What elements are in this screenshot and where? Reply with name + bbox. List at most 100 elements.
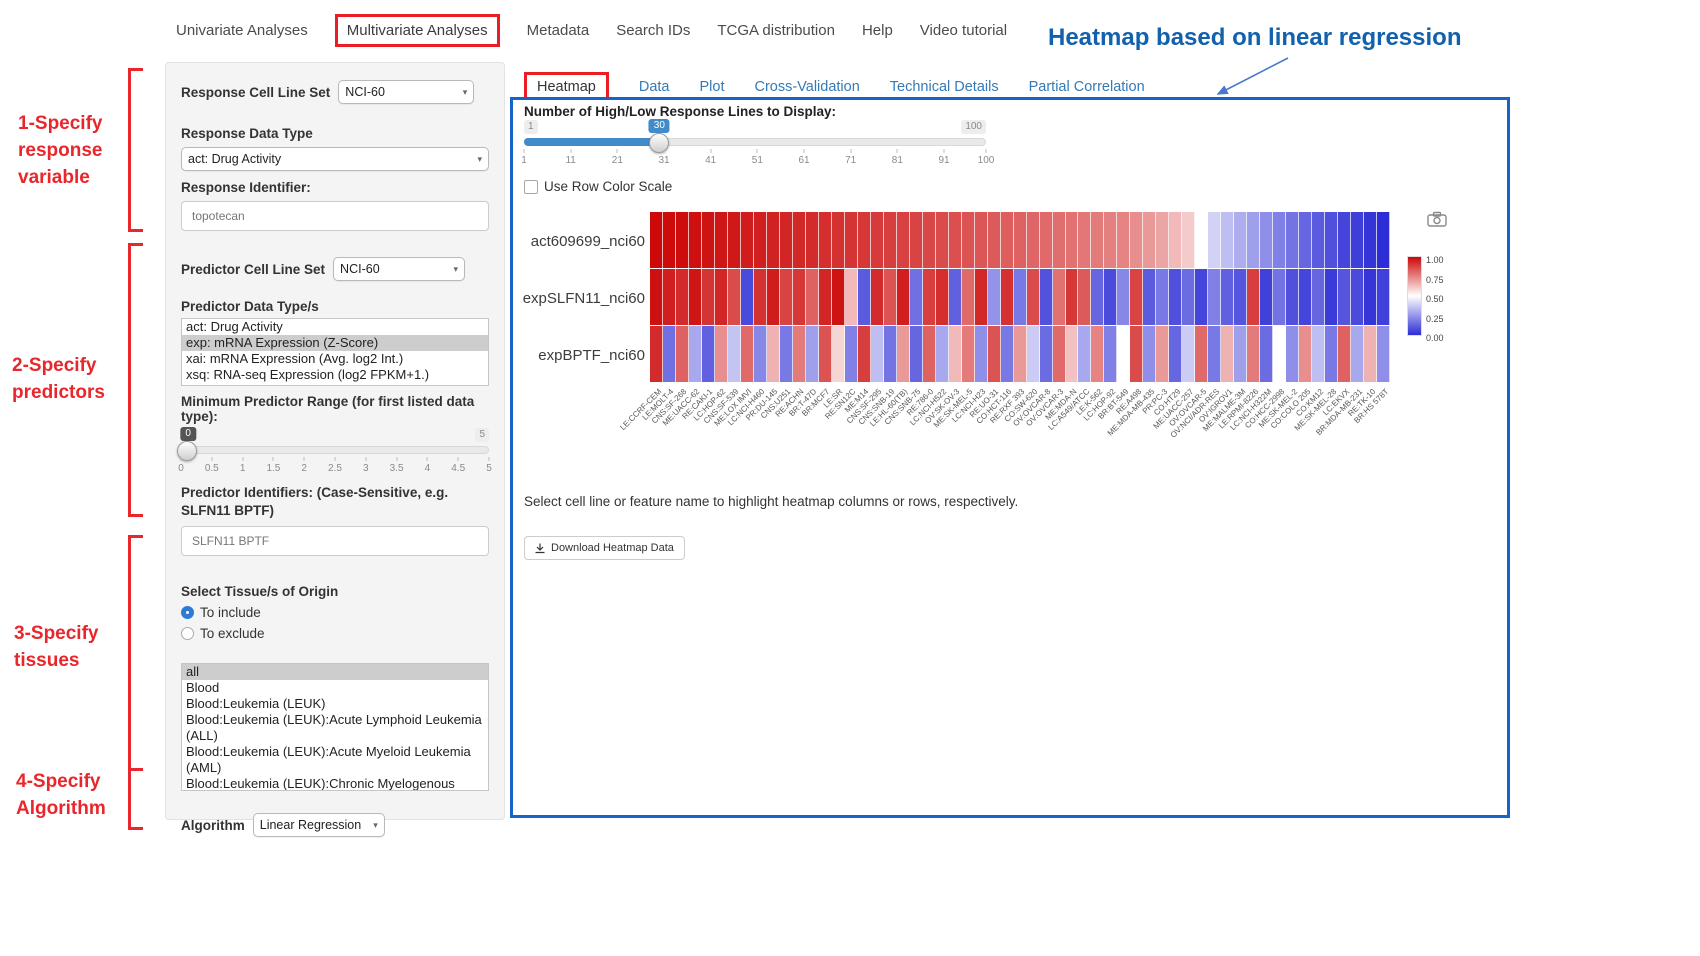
slider-track[interactable] [181, 446, 489, 454]
heatmap-cell[interactable] [767, 212, 780, 268]
listbox-option[interactable]: act: Drug Activity [182, 319, 488, 335]
heatmap-cell[interactable] [1169, 269, 1182, 325]
heatmap-cell[interactable] [676, 269, 689, 325]
heatmap-cell[interactable] [1182, 212, 1195, 268]
heatmap-cell[interactable] [1014, 326, 1027, 382]
nav-search-ids[interactable]: Search IDs [616, 22, 690, 39]
heatmap-cell[interactable] [1364, 326, 1377, 382]
predictor-cell-line-set-select[interactable]: NCI-60 ▾ [333, 257, 465, 281]
heatmap-cell[interactable] [1169, 326, 1182, 382]
heatmap-cell[interactable] [715, 326, 728, 382]
heatmap-cell[interactable] [1208, 212, 1221, 268]
tab-data[interactable]: Data [639, 79, 670, 95]
heatmap-cell[interactable] [884, 212, 897, 268]
heatmap-cell[interactable] [1325, 212, 1338, 268]
heatmap-cell[interactable] [845, 212, 858, 268]
tab-cross-validation[interactable]: Cross-Validation [754, 79, 859, 95]
heatmap-cell[interactable] [1001, 212, 1014, 268]
heatmap-cell[interactable] [1040, 326, 1053, 382]
heatmap-cell[interactable] [1377, 212, 1390, 268]
heatmap-cell[interactable] [1299, 269, 1312, 325]
heatmap-cell[interactable] [741, 269, 754, 325]
nav-tcga-distribution[interactable]: TCGA distribution [717, 22, 835, 39]
nav-help[interactable]: Help [862, 22, 893, 39]
heatmap-cell[interactable] [1078, 269, 1091, 325]
heatmap-cell[interactable] [1104, 212, 1117, 268]
heatmap-cell[interactable] [858, 269, 871, 325]
heatmap-cell[interactable] [884, 326, 897, 382]
heatmap-cell[interactable] [754, 212, 767, 268]
heatmap-cell[interactable] [962, 212, 975, 268]
listbox-option-selected[interactable]: all [182, 664, 488, 680]
heatmap-cell[interactable] [1104, 326, 1117, 382]
heatmap-cell[interactable] [715, 269, 728, 325]
heatmap-cell[interactable] [923, 212, 936, 268]
heatmap-cell[interactable] [793, 326, 806, 382]
heatmap-cell[interactable] [1338, 269, 1351, 325]
heatmap-cell[interactable] [962, 326, 975, 382]
heatmap-cell[interactable] [767, 269, 780, 325]
heatmap-cell[interactable] [923, 269, 936, 325]
listbox-option[interactable]: xsq: RNA-seq Expression (log2 FPKM+1.) [182, 367, 488, 383]
heatmap-cell[interactable] [702, 326, 715, 382]
heatmap-cell[interactable] [858, 212, 871, 268]
listbox-option[interactable]: xai: mRNA Expression (Avg. log2 Int.) [182, 351, 488, 367]
nav-metadata[interactable]: Metadata [527, 22, 590, 39]
heatmap-cell[interactable] [1247, 212, 1260, 268]
heatmap-cell[interactable] [741, 212, 754, 268]
heatmap-cell[interactable] [1234, 212, 1247, 268]
heatmap-cell[interactable] [806, 326, 819, 382]
tab-partial-correlation[interactable]: Partial Correlation [1029, 79, 1145, 95]
heatmap-cell[interactable] [1377, 269, 1390, 325]
heatmap-cell[interactable] [1208, 269, 1221, 325]
listbox-option[interactable]: Blood [182, 680, 488, 696]
heatmap-cell[interactable] [1156, 326, 1169, 382]
heatmap-cell[interactable] [1027, 212, 1040, 268]
heatmap-cell[interactable] [1027, 269, 1040, 325]
listbox-option[interactable]: Blood:Leukemia (LEUK):Acute Myeloid Leuk… [182, 744, 488, 776]
heatmap-cell[interactable] [936, 326, 949, 382]
heatmap-cell[interactable] [715, 212, 728, 268]
heatmap-cell[interactable] [819, 326, 832, 382]
heatmap-cell[interactable] [1286, 269, 1299, 325]
heatmap-cell[interactable] [975, 212, 988, 268]
heatmap-cell[interactable] [910, 326, 923, 382]
heatmap-cell[interactable] [988, 212, 1001, 268]
heatmap-cell[interactable] [1338, 326, 1351, 382]
radio-to-exclude[interactable]: To exclude [181, 626, 489, 641]
heatmap-cell[interactable] [923, 326, 936, 382]
tab-plot[interactable]: Plot [699, 79, 724, 95]
heatmap-cell[interactable] [1312, 269, 1325, 325]
heatmap-cell[interactable] [1066, 212, 1079, 268]
heatmap-cell[interactable] [897, 212, 910, 268]
heatmap-cell[interactable] [1351, 212, 1364, 268]
heatmap-cell[interactable] [1312, 212, 1325, 268]
heatmap-cell[interactable] [1156, 269, 1169, 325]
heatmap-cell[interactable] [1338, 212, 1351, 268]
heatmap-cell[interactable] [1130, 212, 1143, 268]
heatmap-cell[interactable] [949, 269, 962, 325]
heatmap-cell[interactable] [754, 326, 767, 382]
heatmap-cell[interactable] [1247, 326, 1260, 382]
heatmap-cell[interactable] [1040, 212, 1053, 268]
heatmap-cell[interactable] [780, 212, 793, 268]
heatmap-cell[interactable] [728, 212, 741, 268]
heatmap-cell[interactable] [949, 326, 962, 382]
heatmap-cell[interactable] [1351, 326, 1364, 382]
heatmap-cell[interactable] [780, 269, 793, 325]
heatmap-cell[interactable] [871, 269, 884, 325]
response-cell-line-set-select[interactable]: NCI-60 ▾ [338, 80, 474, 104]
heatmap-cell[interactable] [1299, 326, 1312, 382]
heatmap-cell[interactable] [1377, 326, 1390, 382]
heatmap-cell[interactable] [767, 326, 780, 382]
heatmap-cell[interactable] [663, 326, 676, 382]
heatmap-cell[interactable] [689, 212, 702, 268]
heatmap-cell[interactable] [832, 269, 845, 325]
heatmap-cell[interactable] [1078, 326, 1091, 382]
heatmap-cell[interactable] [1312, 326, 1325, 382]
response-data-type-select[interactable]: act: Drug Activity ▾ [181, 147, 489, 171]
heatmap-cell[interactable] [1040, 269, 1053, 325]
heatmap-cell[interactable] [689, 326, 702, 382]
heatmap-cell[interactable] [1053, 269, 1066, 325]
listbox-option[interactable]: Blood:Leukemia (LEUK):Acute Lymphoid Leu… [182, 712, 488, 744]
